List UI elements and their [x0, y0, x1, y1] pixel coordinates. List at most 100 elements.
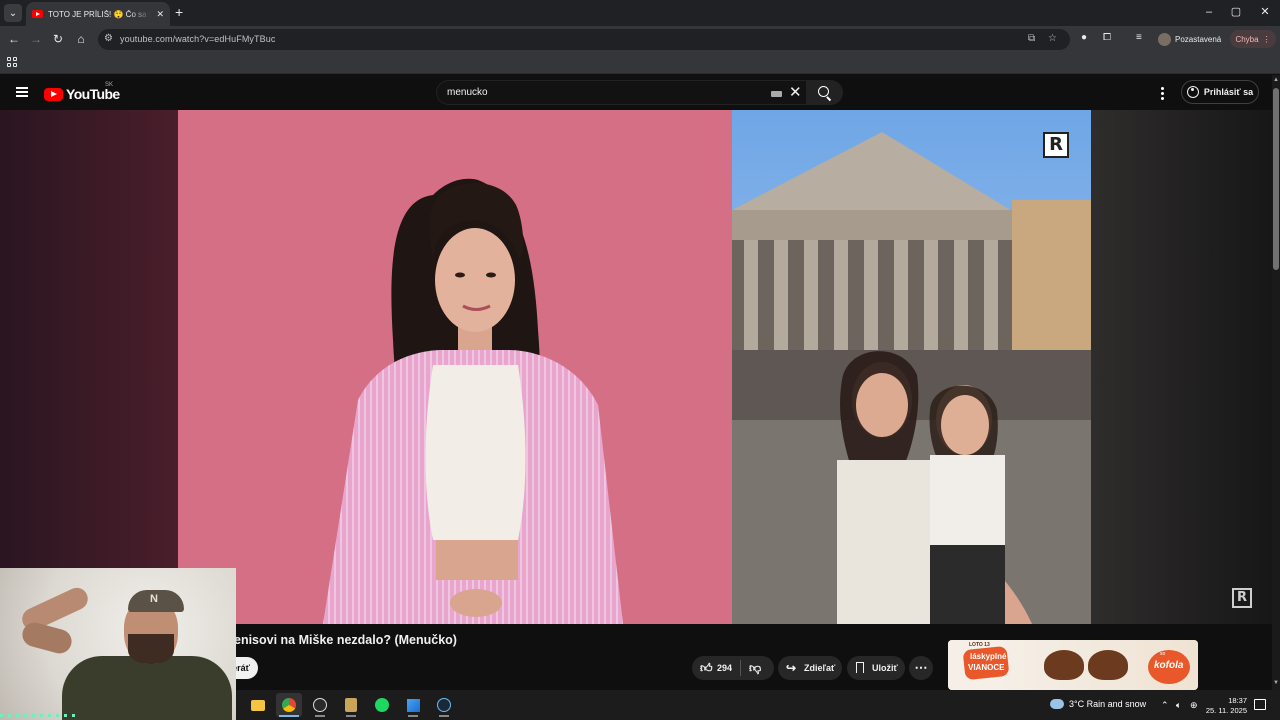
youtube-favicon-icon — [32, 10, 43, 18]
woman-in-pink-shirt-illustration — [178, 110, 732, 624]
branding-watermark-icon[interactable]: R — [1232, 588, 1252, 608]
tab-close-icon[interactable]: ✕ — [156, 9, 164, 20]
chrome-taskbar-icon[interactable] — [276, 693, 302, 717]
dislike-icon[interactable]: 👎︎ — [749, 661, 761, 676]
streamer-beard — [128, 634, 174, 664]
home-button[interactable]: ⌂ — [73, 31, 89, 47]
like-count[interactable]: 294 — [717, 663, 732, 673]
settings-kebab-icon[interactable] — [1161, 87, 1164, 100]
search-query: menucko — [447, 87, 488, 98]
browser-tab[interactable]: TOTO JE PRÍLIŠ! 😲 Čo sa Deni ✕ — [26, 2, 170, 26]
install-app-icon[interactable]: ⧉ — [1028, 33, 1035, 44]
search-input[interactable]: menucko ✕ — [436, 80, 806, 105]
photos-app-icon[interactable] — [400, 693, 426, 717]
cap-logo: N — [150, 593, 158, 605]
url-text: youtube.com/watch?v=edHuFMyTBuc — [120, 34, 276, 44]
network-icon[interactable]: ⊕ — [1190, 700, 1198, 711]
guide-menu-icon[interactable] — [16, 87, 28, 97]
tab-search-button[interactable]: ⌄ — [4, 4, 22, 22]
tab-title: TOTO JE PRÍLIŠ! 😲 Čo sa Deni — [48, 9, 151, 19]
game-launcher-icon[interactable] — [338, 693, 364, 717]
error-label: Chyba — [1235, 34, 1259, 44]
address-bar[interactable]: ⚙ youtube.com/watch?v=edHuFMyTBuc ⧉ ☆ — [98, 29, 1070, 50]
file-explorer-icon[interactable] — [245, 693, 271, 717]
reload-button[interactable]: ↻ — [50, 31, 66, 47]
profile-button[interactable]: Pozastavená — [1158, 30, 1221, 48]
weather-widget[interactable]: 3°C Rain and snow — [1050, 699, 1146, 709]
clock-time: 18:37 — [1228, 696, 1247, 705]
webcam-overlay: N — [0, 568, 236, 720]
more-actions-icon[interactable]: ⋯ — [909, 656, 933, 680]
page-scrollbar[interactable]: ▲ ▼ — [1272, 75, 1280, 690]
new-tab-button[interactable]: + — [175, 4, 183, 20]
browser-toolbar: ← → ↻ ⌂ ⚙ youtube.com/watch?v=edHuFMyTBu… — [0, 26, 1280, 52]
system-clock[interactable]: 18:37 25. 11. 2025 — [1201, 696, 1247, 716]
ad-beavers-illustration — [1040, 646, 1132, 680]
scrollbar-thumb[interactable] — [1273, 88, 1279, 270]
steam-icon[interactable] — [431, 693, 457, 717]
ad-headline-1: láskyplné — [970, 652, 1007, 661]
extension-icon[interactable]: ● — [1081, 32, 1087, 43]
rain-snow-icon — [1050, 699, 1064, 709]
weather-text: 3°C Rain and snow — [1069, 699, 1147, 709]
spotify-icon[interactable] — [369, 693, 395, 717]
save-button[interactable]: Uložiť — [847, 656, 905, 680]
scroll-down-icon[interactable]: ▼ — [1273, 680, 1279, 686]
video-frame-studio — [178, 110, 732, 624]
forward-button[interactable]: → — [28, 31, 44, 47]
video-title: enisovi na Miške nezdalo? (Menučko) — [234, 633, 457, 647]
clock-date: 25. 11. 2025 — [1205, 706, 1247, 715]
windows-taskbar: 3°C Rain and snow ⌃ 🔈︎ ⊕ 18:37 25. 11. 2… — [236, 690, 1280, 720]
close-window-button[interactable]: ✕ — [1258, 5, 1272, 19]
led-strip — [0, 714, 80, 717]
youtube-wordmark: YouTube — [66, 86, 120, 102]
volume-icon[interactable]: 🔈︎ — [1176, 700, 1181, 711]
youtube-masthead: YouTube SK menucko ✕ Prihlásiť sa — [0, 75, 1272, 110]
site-info-icon[interactable]: ⚙ — [104, 33, 113, 44]
youtube-play-icon — [44, 87, 63, 101]
extensions-puzzle-icon[interactable]: ⧠ — [1103, 32, 1111, 43]
share-icon: ↪ — [786, 661, 797, 675]
account-icon — [1186, 86, 1199, 98]
profile-label: Pozastavená — [1175, 34, 1222, 44]
error-menu-button[interactable]: Chyba ⋮ — [1230, 30, 1276, 48]
share-button[interactable]: ↪ Zdieľať — [778, 656, 842, 680]
bookmarks-bar — [0, 52, 1280, 74]
save-bookmark-icon — [856, 662, 864, 673]
tray-overflow-icon[interactable]: ⌃ — [1161, 700, 1169, 711]
country-code: SK — [105, 82, 114, 88]
youtube-logo[interactable]: YouTube SK — [44, 82, 120, 102]
obs-icon[interactable] — [307, 693, 333, 717]
ambient-right — [1091, 110, 1272, 624]
sign-in-button[interactable]: Prihlásiť sa — [1181, 80, 1259, 104]
like-divider — [740, 660, 741, 676]
pantheon-selfie-illustration — [732, 110, 1091, 624]
back-button[interactable]: ← — [6, 31, 22, 47]
search-icon — [818, 86, 829, 97]
sign-in-label: Prihlásiť sa — [1203, 87, 1254, 97]
keyboard-icon[interactable] — [771, 91, 782, 97]
bookmark-star-icon[interactable]: ☆ — [1048, 33, 1057, 44]
profile-avatar — [1158, 32, 1171, 46]
minimize-button[interactable]: – — [1202, 5, 1216, 19]
ad-headline-2: VIANOCE — [968, 663, 1005, 672]
apps-grid-icon[interactable] — [7, 57, 17, 67]
scroll-up-icon[interactable]: ▲ — [1273, 77, 1279, 83]
maximize-button[interactable]: ▢ — [1229, 5, 1243, 19]
video-player[interactable]: R R — [0, 110, 1272, 624]
like-icon[interactable]: 👍︎ — [700, 661, 713, 676]
like-dislike-group: 👍︎ 294 👎︎ — [692, 656, 774, 680]
ad-top-line: LOTO 13 — [969, 642, 990, 648]
save-label: Uložiť — [872, 663, 898, 673]
share-label: Zdieľať — [804, 663, 836, 673]
kofola-sub-label: so — [1160, 651, 1166, 657]
search-button[interactable] — [806, 80, 843, 105]
media-controls-icon[interactable]: ≡ — [1136, 32, 1142, 43]
kofola-logo-text: kofola — [1154, 660, 1184, 671]
menu-kebab-icon: ⋮ — [1262, 34, 1271, 44]
notification-center-icon[interactable] — [1254, 699, 1266, 710]
clear-search-icon[interactable]: ✕ — [789, 84, 802, 102]
ad-banner-kofola[interactable]: LOTO 13 láskyplné VIANOCE so kofola — [948, 640, 1198, 690]
channel-watermark-icon[interactable]: R — [1043, 132, 1069, 158]
ambient-left — [0, 110, 178, 624]
